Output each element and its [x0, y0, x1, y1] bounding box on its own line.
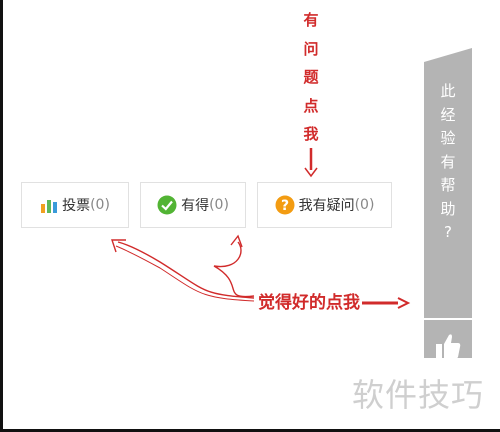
- thumbs-up-icon: [436, 334, 461, 359]
- hint-annotation: 觉得好的点我: [258, 288, 412, 313]
- arrow-to-vote-button: [111, 239, 255, 302]
- vote-button-label: 投票: [62, 198, 91, 214]
- sidebar-char: 经: [440, 105, 456, 124]
- question-button-label: 我有疑问: [298, 198, 355, 214]
- down-arrow-icon: [304, 148, 318, 178]
- annotation-char: 有: [303, 11, 319, 29]
- watermark-text: 软件技巧: [352, 376, 485, 414]
- arrow-to-gain-button: [213, 234, 255, 298]
- annotation-char: 题: [303, 68, 319, 86]
- question-button[interactable]: ? 我有疑问 (0): [257, 182, 392, 228]
- sidebar-divider: [424, 318, 472, 320]
- right-arrow-icon: [362, 297, 411, 309]
- sidebar-char: 助: [440, 199, 456, 218]
- sidebar-char: ?: [444, 223, 452, 241]
- helpful-sidebar[interactable]: 此 经 验 有 帮 助 ? 1: [424, 62, 472, 394]
- question-count: (0): [354, 197, 375, 213]
- vote-button[interactable]: 投票 (0): [21, 182, 129, 228]
- helpful-question-text: 此 经 验 有 帮 助 ?: [424, 80, 472, 245]
- gain-count: (0): [209, 197, 229, 213]
- check-circle-icon: [157, 195, 177, 215]
- svg-text:?: ?: [281, 198, 289, 214]
- sidebar-char: 有: [440, 152, 456, 171]
- hint-text: 觉得好的点我: [258, 293, 360, 313]
- annotation-char: 点: [303, 96, 319, 115]
- gain-button[interactable]: 有得 (0): [140, 182, 246, 228]
- left-frame-border: [0, 0, 3, 432]
- sidebar-char: 此: [440, 82, 456, 100]
- sidebar-char: 帮: [440, 176, 456, 194]
- vote-count: (0): [90, 197, 110, 213]
- question-circle-icon: ?: [275, 195, 295, 215]
- sidebar-char: 验: [440, 129, 456, 147]
- annotation-char: 问: [303, 39, 319, 58]
- bar-chart-icon: [40, 197, 58, 213]
- vertical-annotation: 有 问 题 点 我: [298, 6, 324, 149]
- gain-button-label: 有得: [181, 198, 210, 214]
- annotation-char: 我: [303, 125, 319, 143]
